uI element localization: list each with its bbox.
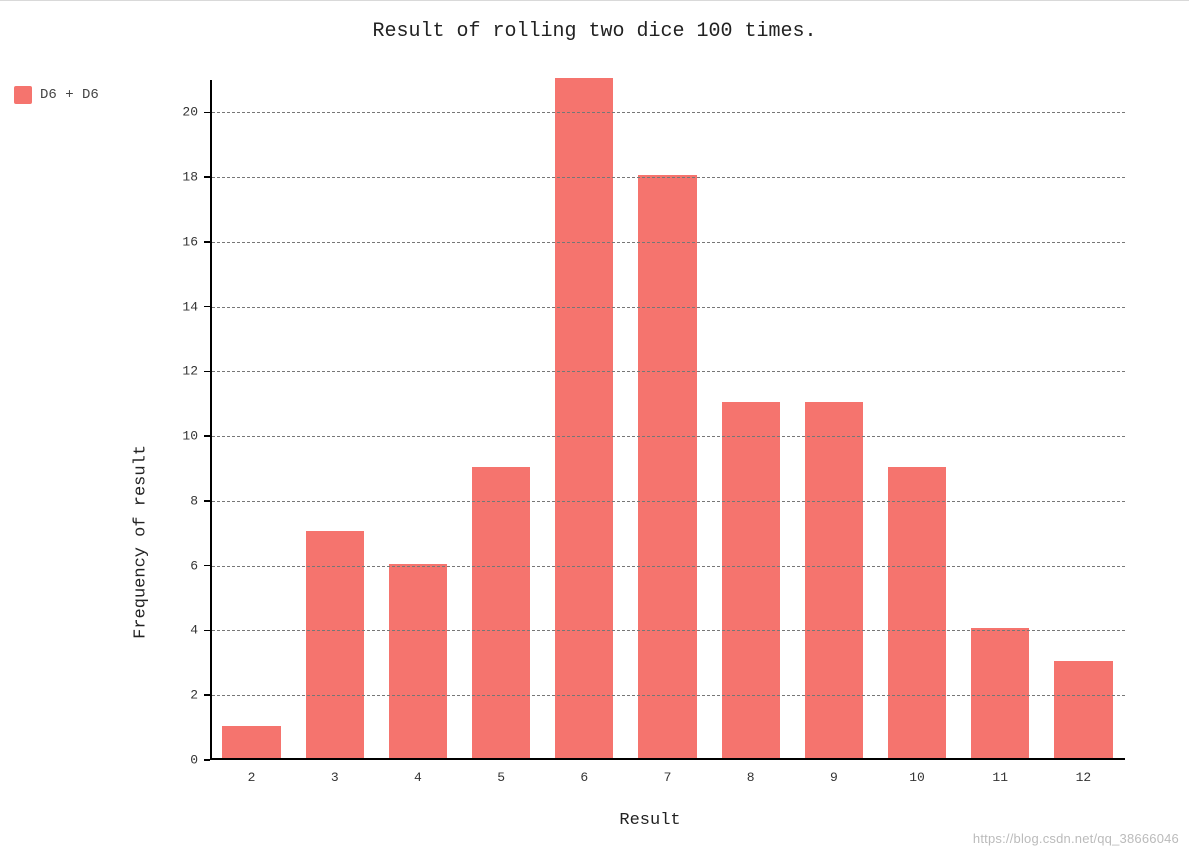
y-tick-label: 20 (174, 105, 198, 120)
x-tick-label: 7 (664, 770, 672, 785)
plot-area[interactable]: 0246810121416182023456789101112 (210, 80, 1125, 760)
y-tick-label: 14 (174, 299, 198, 314)
chart: Frequency of result Result 0246810121416… (145, 60, 1155, 830)
bar[interactable] (472, 467, 530, 758)
y-tick-mark (204, 630, 210, 632)
gridline (212, 436, 1125, 437)
y-tick-label: 12 (174, 364, 198, 379)
y-tick-label: 0 (174, 753, 198, 768)
x-tick-label: 9 (830, 770, 838, 785)
y-tick-label: 18 (174, 170, 198, 185)
x-tick-label: 12 (1076, 770, 1092, 785)
gridline (212, 112, 1125, 113)
legend-label: D6 + D6 (40, 87, 99, 103)
y-tick-mark (204, 176, 210, 178)
gridline (212, 242, 1125, 243)
x-tick-label: 4 (414, 770, 422, 785)
gridline (212, 566, 1125, 567)
y-tick-mark (204, 435, 210, 437)
gridline (212, 695, 1125, 696)
x-tick-label: 2 (248, 770, 256, 785)
bar[interactable] (222, 726, 280, 758)
legend-swatch (14, 86, 32, 104)
chart-title: Result of rolling two dice 100 times. (0, 20, 1189, 43)
bar[interactable] (805, 402, 863, 758)
y-tick-label: 2 (174, 688, 198, 703)
x-tick-label: 10 (909, 770, 925, 785)
y-tick-label: 4 (174, 623, 198, 638)
y-tick-mark (204, 500, 210, 502)
y-tick-label: 6 (174, 558, 198, 573)
x-tick-label: 5 (497, 770, 505, 785)
y-axis-label: Frequency of result (132, 445, 151, 639)
bar[interactable] (722, 402, 780, 758)
gridline (212, 630, 1125, 631)
top-divider (0, 0, 1189, 1)
bar[interactable] (389, 564, 447, 758)
y-tick-mark (204, 371, 210, 373)
bar[interactable] (638, 175, 696, 758)
gridline (212, 177, 1125, 178)
bars-container (210, 80, 1125, 760)
gridline (212, 371, 1125, 372)
y-tick-mark (204, 112, 210, 114)
x-tick-label: 6 (580, 770, 588, 785)
y-tick-label: 8 (174, 493, 198, 508)
watermark-text: https://blog.csdn.net/qq_38666046 (973, 831, 1179, 846)
y-tick-label: 16 (174, 234, 198, 249)
gridline (212, 307, 1125, 308)
x-tick-label: 11 (992, 770, 1008, 785)
y-tick-mark (204, 565, 210, 567)
bar[interactable] (555, 78, 613, 758)
bar[interactable] (888, 467, 946, 758)
legend[interactable]: D6 + D6 (14, 86, 99, 104)
bar[interactable] (971, 628, 1029, 758)
y-tick-mark (204, 306, 210, 308)
gridline (212, 501, 1125, 502)
bar[interactable] (1054, 661, 1112, 758)
y-tick-mark (204, 694, 210, 696)
x-tick-label: 3 (331, 770, 339, 785)
y-tick-label: 10 (174, 429, 198, 444)
x-tick-label: 8 (747, 770, 755, 785)
y-tick-mark (204, 241, 210, 243)
y-tick-mark (204, 759, 210, 761)
x-axis-label: Result (145, 811, 1155, 830)
